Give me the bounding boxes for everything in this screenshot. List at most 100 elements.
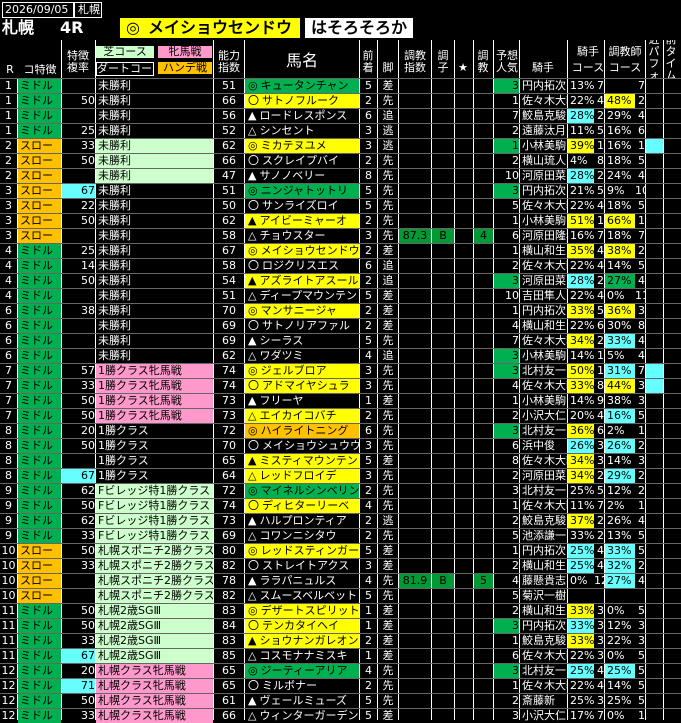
horse-name-cell[interactable]: ◎ デザートスピリット (245, 604, 359, 618)
horse-name-cell[interactable]: 〇メイショウシュウウ (245, 439, 359, 453)
horse-name-cell[interactable]: 〇サンライズロイ (245, 199, 359, 213)
horse-name-cell[interactable]: 〇ロジクリスエス (245, 259, 359, 273)
horse-name-cell[interactable]: ◎ ジーティーアリア (245, 664, 359, 678)
table-row[interactable]: 3スロー67未勝利51◎ニンジャトットリ5先3円内拓次21%59%10 (0, 183, 681, 198)
table-row[interactable]: 12 ミドル 33 札幌クラス牝馬戦 66 △ ウィンターガーデン 5 差 3 小沢大仁 17% 7 0%… (0, 708, 681, 723)
horse-name-cell[interactable]: ◎ ハイライトニング (245, 424, 359, 438)
horse-name-cell[interactable]: ▲ ララパニュルス (245, 574, 359, 588)
race-number-cell: 2 (5, 139, 12, 152)
table-row[interactable]: 11 ミドル 33 札幌2歳SGⅢ 83 ▲ ショウナンガレオン 2 差 1 鮫島克駿 33% 3 22%… (0, 633, 681, 648)
table-row[interactable]: 11 ミドル 50 札幌2歳SGⅢ 83 ◎ デザートスピリット 1 差 2 横山和生 33% 3 0% 5 (0, 603, 681, 618)
horse-name-cell[interactable]: 〇サトノフルーク (245, 94, 359, 108)
horse-name-cell[interactable]: ◎ ニンジャトットリ (245, 184, 359, 198)
table-row[interactable]: 9 ミドル 33 Fビレッジ特1勝クラス 69 △ コワンニシタウ 2 先 5 池添謙一 33% 2 13… (0, 528, 681, 543)
table-row[interactable]: 4ミドル14未勝利58〇ロジクリスエス6追2佐々木大輔22%414%5 (0, 258, 681, 273)
horse-name-cell[interactable]: ◎ マンサニージャ (245, 304, 359, 318)
predicted-pop-cell: 5 (512, 589, 519, 602)
horse-name-cell[interactable]: ▲ フリーヤ (245, 394, 359, 408)
horse-name-cell[interactable]: 〇ディヒターリーベ (245, 499, 359, 513)
horse-name-cell[interactable]: △ コスモナナミスキ (245, 649, 359, 663)
table-row[interactable]: 10 スロー 50 札幌スポニチ2勝クラス 80 ◎ レッドスティンガー 5 差 1 円内拓次 25%… (0, 543, 681, 558)
table-row[interactable]: 8 ミドル 20 1勝クラス 72 ◎ ハイライトニング 6 先 3 北村友一 36% 6 2% 1 (0, 423, 681, 438)
table-row[interactable]: 1 ミドル 未勝利 51 ◎ キュータンチャン 5 差 3 円内拓次 13% 7 7 (0, 78, 681, 93)
horse-name-cell[interactable]: ▲ ミスティマウンテン (245, 454, 359, 468)
jockey-cell: 河原田菜々 (522, 469, 567, 482)
table-row[interactable]: 2 スロー 50 未勝利 66 〇スクレイプバイ 2 先 2 横山琉人 4% 8 18% 5 (0, 153, 681, 168)
workout-rank-cell (474, 484, 493, 498)
trainer-course-rate: 33% (605, 334, 635, 348)
trainer-course-rate: 13% (607, 529, 632, 542)
table-row[interactable]: 3 スロー 50 未勝利 62 ▲ アイビーミャーオ 2 先 1 小林美駒 51% 1 66% 1 (0, 213, 681, 228)
table-row[interactable]: 1ミドル50未勝利66〇サトノフルーク2先1佐々木大輔22%448%2 (0, 93, 681, 108)
table-row[interactable]: 10 スロー 札幌スポニチ2勝クラス 82 △ スムースベルベット 5 先 5 菊沢一樹 (0, 588, 681, 603)
table-row[interactable]: 8ミドル671勝クラス64△レッドフロイデ3先2河原田菜々34%229%2 (0, 468, 681, 483)
horse-name-cell[interactable]: ▲ アイビーミャーオ (245, 214, 359, 228)
horse-name-cell[interactable]: △ レッドフロイデ (245, 469, 359, 483)
race-number-cell: 2 (5, 154, 12, 167)
table-row[interactable]: 4ミドル50未勝利54▲アズライトアスール2追3河原田菜々28%227%4 (0, 273, 681, 288)
table-row[interactable]: 7 ミドル 50 1勝クラス牝馬戦 73 △ エイカイコバチ 2 先 2 小沢大仁 20% 4 16% 5 (0, 408, 681, 423)
table-row[interactable]: 12 ミドル 50 札幌クラス牝馬戦 61 ▲ ヴェールミューズ 5 先 2 斎藤新 25% 3 25% 5 (0, 693, 681, 708)
table-row[interactable]: 7ミドル331勝クラス牝馬戦74〇アドマイヤシュラ3先4佐々木大輔33%844%… (0, 378, 681, 393)
horse-name-cell[interactable]: △ ウィンターガーデン (245, 709, 359, 723)
table-row[interactable]: 3スロー22未勝利50〇サンライズロイ5先5佐々木大輔22%418%5 (0, 198, 681, 213)
horse-name-cell[interactable]: ◎ ミカテヌユメ (245, 139, 359, 153)
trainer-course-rank: 2 (638, 439, 645, 452)
horse-name-cell[interactable]: △ スムースベルベット (245, 589, 359, 603)
horse-name-cell[interactable]: 〇スクレイプバイ (245, 154, 359, 168)
race-number-cell: 12 (1, 664, 16, 677)
horse-name-cell[interactable]: ▲ シーラス (245, 334, 359, 348)
table-row[interactable]: 6 ミドル 未勝利 69 ▲シーラス 5先 7佐々木大輔34%233%4 (0, 333, 681, 348)
table-row[interactable]: 2スロー未勝利47▲サノノベリー8先10河原田菜々28%224%4 (0, 168, 681, 183)
table-row[interactable]: 4 ミドル 25 未勝利 67 ◎ メイショウセンドウ 2 差 1 横山和生 35% 4 38% 2 (0, 243, 681, 258)
ability-index-cell: 51 (222, 184, 236, 197)
table-row[interactable]: 11ミドル67札幌2歳SGⅢ 85 △コスモナナミスキ 1差 6佐々木大輔22%30% 5 (0, 648, 681, 663)
table-row[interactable]: 12 ミドル 20 札幌クラス牝馬戦 65 ◎ ジーティーアリア 4 先 3 北村友一 25% 4 25%… (0, 663, 681, 678)
table-row[interactable]: 8ミドル1勝クラス65▲ミスティマウンテン5差8佐々木大輔34%314%3 (0, 453, 681, 468)
horse-name-cell[interactable]: ◎ レッドスティンガー (245, 544, 359, 558)
horse-name-cell[interactable]: 〇テンカタイヘイ (245, 619, 359, 633)
table-row[interactable]: 11 ミドル 50 札幌2歳SGⅢ 84 〇テンカタイヘイ 1 差 3 円内拓次 33% 3 12% 3 (0, 618, 681, 633)
horse-name-cell[interactable]: ▲ ハルプロンティア (245, 514, 359, 528)
table-row[interactable]: 3スロー未勝利58△チョウスター3先87.3B46河原田隆希16%718%7 (0, 228, 681, 243)
horse-name-cell[interactable]: 〇サトノリアファル (245, 319, 359, 333)
table-row[interactable]: 9 ミドル 62 Fビレッジ特1勝クラス 73 ▲ ハルプロンティア 2 逃 2 鮫島克駿 37% 2 2… (0, 513, 681, 528)
table-row[interactable]: 12ミドル71札幌クラス牝馬戦 65 〇ミルボナー 2先 1佐々木大輔22%414% 5 (0, 678, 681, 693)
horse-name-cell[interactable]: △ チョウスター (245, 229, 359, 243)
workout-index-cell (399, 289, 431, 303)
jockey-cell: 佐々木大輔 (522, 679, 567, 692)
horse-name-cell[interactable]: ▲ ロードレスポンス (245, 109, 359, 123)
table-row[interactable]: 1 ミドル 25 未勝利 52 △ シンセント 3 逃 2 遠藤汰月 11% 5 16% 6 (0, 123, 681, 138)
horse-name-cell[interactable]: 〇ミルボナー (245, 679, 359, 693)
horse-name-cell[interactable]: ▲ ヴェールミューズ (245, 694, 359, 708)
table-row[interactable]: 8 ミドル 50 1勝クラス 70 〇メイショウシュウウ 3 先 6 浜中俊 26% 3 26% 2 (0, 438, 681, 453)
horse-name-cell[interactable]: ▲ ショウナンガレオン (245, 634, 359, 648)
horse-name-cell[interactable]: △ ディープマウンテン (245, 289, 359, 303)
horse-name-cell[interactable]: ▲ サノノベリー (245, 169, 359, 183)
table-row[interactable]: 1 ミドル 未勝利 56 ▲ ロードレスポンス 6 追 7 鮫島克駿 28% 2 29% 4 (0, 108, 681, 123)
horse-name-cell[interactable]: 〇アドマイヤシュラ (245, 379, 359, 393)
horse-name-cell[interactable]: △ シンセント (245, 124, 359, 138)
table-row[interactable]: 10 スロー 札幌スポニチ2勝クラス 78 ▲ ララパニュルス 4 先 81.9 B 5 4 藤懸貴志 0… (0, 573, 681, 588)
table-row[interactable]: 6 ミドル 未勝利 69 〇サトノリアファル 2 差 4 横山和生 22% 6 30% 8 (0, 318, 681, 333)
horse-name-cell[interactable]: △ エイカイコバチ (245, 409, 359, 423)
table-row[interactable]: 7 ミドル 57 1勝クラス牝馬戦 74 ◎ ジェルブロア 3 先 3 北村友一 50% 1 31% 7 (0, 363, 681, 378)
table-row[interactable]: 9 ミドル 62 Fビレッジ特1勝クラス 72 ◎ マイネルシンベリン 2 先 3 北村友一 25% 5… (0, 483, 681, 498)
table-row[interactable]: 9ミドル50Fビレッジ特1勝クラス74〇ディヒターリーベ4先1佐々木大輔11%7… (0, 498, 681, 513)
condition-cell (432, 529, 454, 543)
table-row[interactable]: 6 ミドル 未勝利 62 △ ワダツミ 4 追 3 小林美駒 14% 1 5% 4 (0, 348, 681, 363)
table-row[interactable]: 6 ミドル 38 未勝利 70 ◎ マンサニージャ 2 差 1 円内拓次 33% 5 36% 3 (0, 303, 681, 318)
horse-name-cell[interactable]: 〇ストレイトアクス (245, 559, 359, 573)
race-class-cell: 未勝利 (98, 274, 131, 287)
horse-name-cell[interactable]: ◎ キュータンチャン (245, 79, 359, 93)
table-row[interactable]: 7 ミドル 50 1勝クラス牝馬戦 73 ▲ フリーヤ 1 差 1 小林美駒 14% 9 38% 3 (0, 393, 681, 408)
table-row[interactable]: 10 スロー 33 札幌スポニチ2勝クラス 82 〇ストレイトアクス 3 差 2 横山和生 25% 4… (0, 558, 681, 573)
horse-name-cell[interactable]: ◎ ジェルブロア (245, 364, 359, 378)
horse-name-cell[interactable]: ◎ マイネルシンベリン (245, 484, 359, 498)
table-row[interactable]: 4ミドル未勝利51△ディープマウンテン5差10吉田隼人22%40%11 (0, 288, 681, 303)
table-row[interactable]: 2 スロー 33 未勝利 62 ◎ ミカテヌユメ 3 逃 1 小林美駒 39% 1 16% 1 (0, 138, 681, 153)
horse-name-cell[interactable]: ▲ アズライトアスール (245, 274, 359, 288)
horse-name-cell[interactable]: △ ワダツミ (245, 349, 359, 363)
horse-name-cell[interactable]: ◎ メイショウセンドウ (245, 244, 359, 258)
horse-name-cell[interactable]: △ コワンニシタウ (245, 529, 359, 543)
